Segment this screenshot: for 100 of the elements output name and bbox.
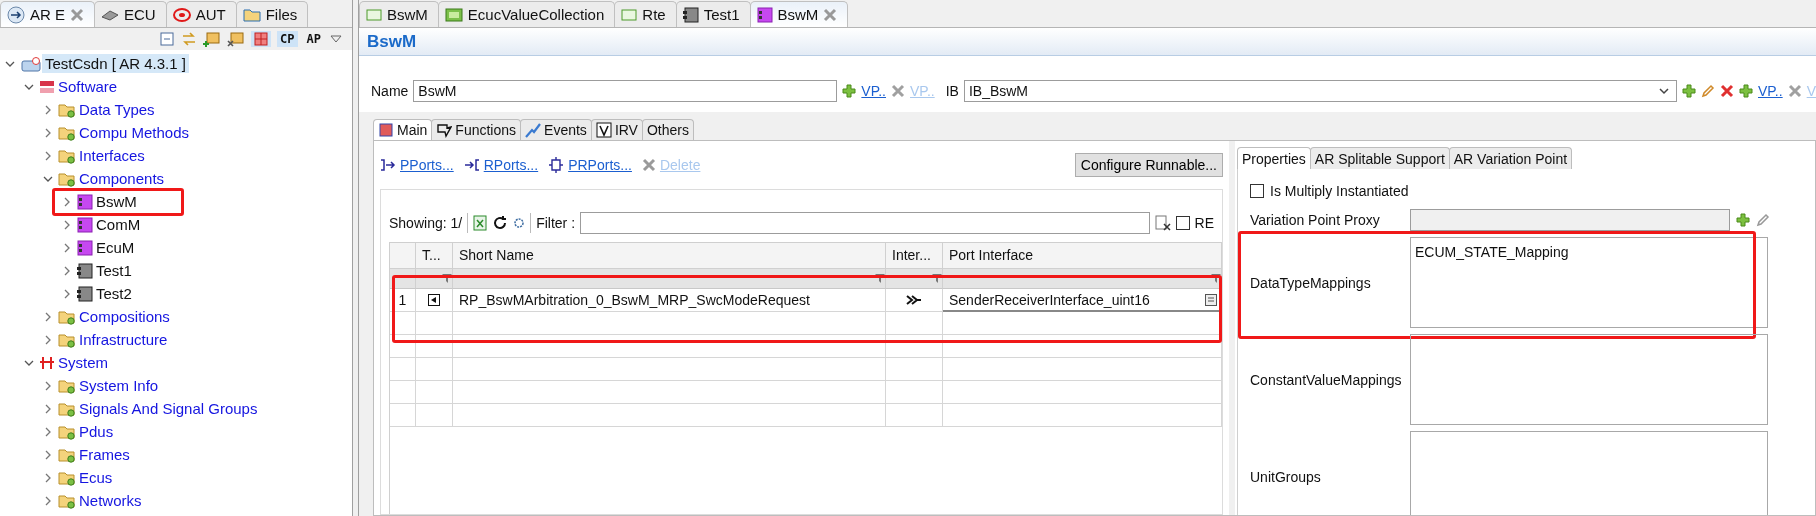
action-link[interactable]: PRPorts... (568, 157, 632, 173)
lightning-icon (525, 122, 542, 138)
clear-filter-icon (1154, 215, 1171, 231)
pencil-icon (1756, 213, 1770, 227)
port-type-icon (428, 294, 440, 306)
field-label: ConstantValueMappings (1250, 371, 1403, 388)
tree-item[interactable]: Signals And Signal Groups (76, 399, 261, 418)
checkbox[interactable] (1250, 184, 1264, 198)
plus-icon (1682, 84, 1696, 98)
folder-icon (58, 400, 76, 417)
table-cell (416, 335, 453, 358)
view-tab[interactable]: ECU (94, 1, 167, 27)
column-header[interactable]: T... (416, 243, 453, 268)
editor-tab[interactable]: BswM (749, 1, 849, 27)
tree-item[interactable]: Test1 (93, 261, 135, 280)
editor-page-tab[interactable]: Main (373, 119, 433, 140)
editor-tab[interactable]: Rte (614, 1, 677, 27)
tree-item[interactable]: Networks (76, 491, 145, 510)
tree-item[interactable]: EcuM (93, 238, 138, 257)
editor-tab[interactable]: Test1 (675, 1, 751, 27)
view-tab[interactable]: Files (235, 1, 309, 27)
plus-icon (1736, 213, 1750, 227)
ap-toggle[interactable]: AP (303, 31, 324, 47)
properties-tab[interactable]: AR Variation Point (1448, 147, 1573, 169)
vp-link[interactable]: VP.. (861, 83, 886, 99)
tree-item[interactable]: Compu Methods (76, 123, 193, 142)
tree-item[interactable]: Infrastructure (76, 330, 171, 349)
table-cell (416, 404, 453, 427)
tree-item[interactable]: TestCsdn [ AR 4.3.1 ] (42, 54, 189, 73)
list-box[interactable] (1410, 334, 1768, 425)
showing-count: Showing: 1/ (389, 215, 463, 231)
tree-item[interactable]: Pdus (76, 422, 117, 441)
action-link[interactable]: PPorts... (400, 157, 454, 173)
cp-toggle[interactable]: CP (277, 31, 298, 47)
grid-toggle[interactable] (251, 31, 272, 47)
action-link[interactable]: RPorts... (483, 157, 539, 173)
vp-link[interactable]: VP.. (1758, 83, 1783, 99)
table-cell (886, 404, 943, 427)
table-cell (416, 358, 453, 381)
configure-runnable-button[interactable]: Configure Runnable... (1074, 153, 1223, 177)
filter-field[interactable] (580, 212, 1150, 234)
column-header[interactable]: Inter... (886, 243, 943, 268)
tree-item[interactable]: System Info (76, 376, 162, 395)
tree-item[interactable]: ComM (93, 215, 144, 234)
editor-tab[interactable]: BswM (359, 1, 439, 27)
editor-title: BswM (367, 31, 417, 52)
tree-item[interactable]: Compositions (76, 307, 173, 326)
tree-item[interactable]: Software (55, 77, 121, 96)
component-icon (682, 6, 699, 23)
table-cell (886, 381, 943, 404)
component-icon (77, 193, 93, 210)
arrow-icon (436, 122, 453, 138)
tree-item[interactable]: Interfaces (76, 146, 148, 165)
plus-icon (842, 84, 857, 98)
checkbox[interactable] (1175, 216, 1190, 230)
editor-tab[interactable]: EcucValueCollection (437, 1, 616, 27)
column-header[interactable]: Short Name (453, 243, 886, 268)
tree-item[interactable]: Test2 (93, 284, 135, 303)
properties-tab[interactable]: AR Splitable Support (1309, 147, 1450, 169)
view-tab[interactable]: AR E (0, 1, 95, 27)
folder-icon (58, 147, 76, 164)
properties-tab[interactable]: Properties (1237, 147, 1311, 169)
tree-item[interactable]: Frames (76, 445, 133, 464)
editor-page-tab[interactable]: Functions (431, 119, 522, 140)
editor-page-tab[interactable]: IRV (590, 119, 643, 140)
re-label: RE (1194, 215, 1214, 231)
grid-icon (39, 79, 55, 94)
field-label: Variation Point Proxy (1250, 212, 1381, 228)
component-icon (77, 285, 93, 302)
tree-item[interactable]: Ecus (76, 468, 116, 487)
component-icon (77, 262, 93, 279)
component-icon (756, 6, 773, 23)
tree-item[interactable]: BswM (93, 192, 140, 211)
field-label: UnitGroups (1250, 468, 1322, 485)
target-icon (172, 6, 191, 23)
list-item[interactable]: ECUM_STATE_Mapping (1415, 244, 1763, 260)
name-field[interactable]: BswM (413, 80, 838, 102)
ib-combo[interactable]: IB_BswM (963, 80, 1677, 102)
view-tab[interactable]: AUT (165, 1, 237, 27)
folder-icon (58, 308, 76, 325)
delete-icon (823, 7, 838, 22)
editor-page-tab[interactable]: Events (520, 119, 592, 140)
tree-item[interactable]: System (55, 353, 111, 372)
list-box[interactable]: ECUM_STATE_Mapping (1410, 237, 1768, 328)
project-icon (20, 55, 42, 72)
table-cell (886, 335, 943, 358)
network-icon (39, 355, 55, 370)
settings-icon (513, 217, 526, 229)
column-header[interactable]: Port Interface (943, 243, 1222, 268)
folder-icon (58, 331, 76, 348)
chip-icon (101, 8, 119, 21)
tree-item[interactable]: Components (76, 169, 168, 188)
tree-item[interactable]: Data Types (76, 100, 158, 119)
browse-icon (1205, 293, 1217, 306)
refresh-icon (492, 215, 509, 231)
folder-icon (58, 101, 76, 118)
folder-icon (58, 124, 76, 141)
spreadsheet-icon (473, 215, 488, 231)
editor-page-tab[interactable]: Others (641, 119, 694, 140)
table-cell: RP_BswMArbitration_0_BswM_MRP_SwcModeRequest (453, 289, 886, 312)
